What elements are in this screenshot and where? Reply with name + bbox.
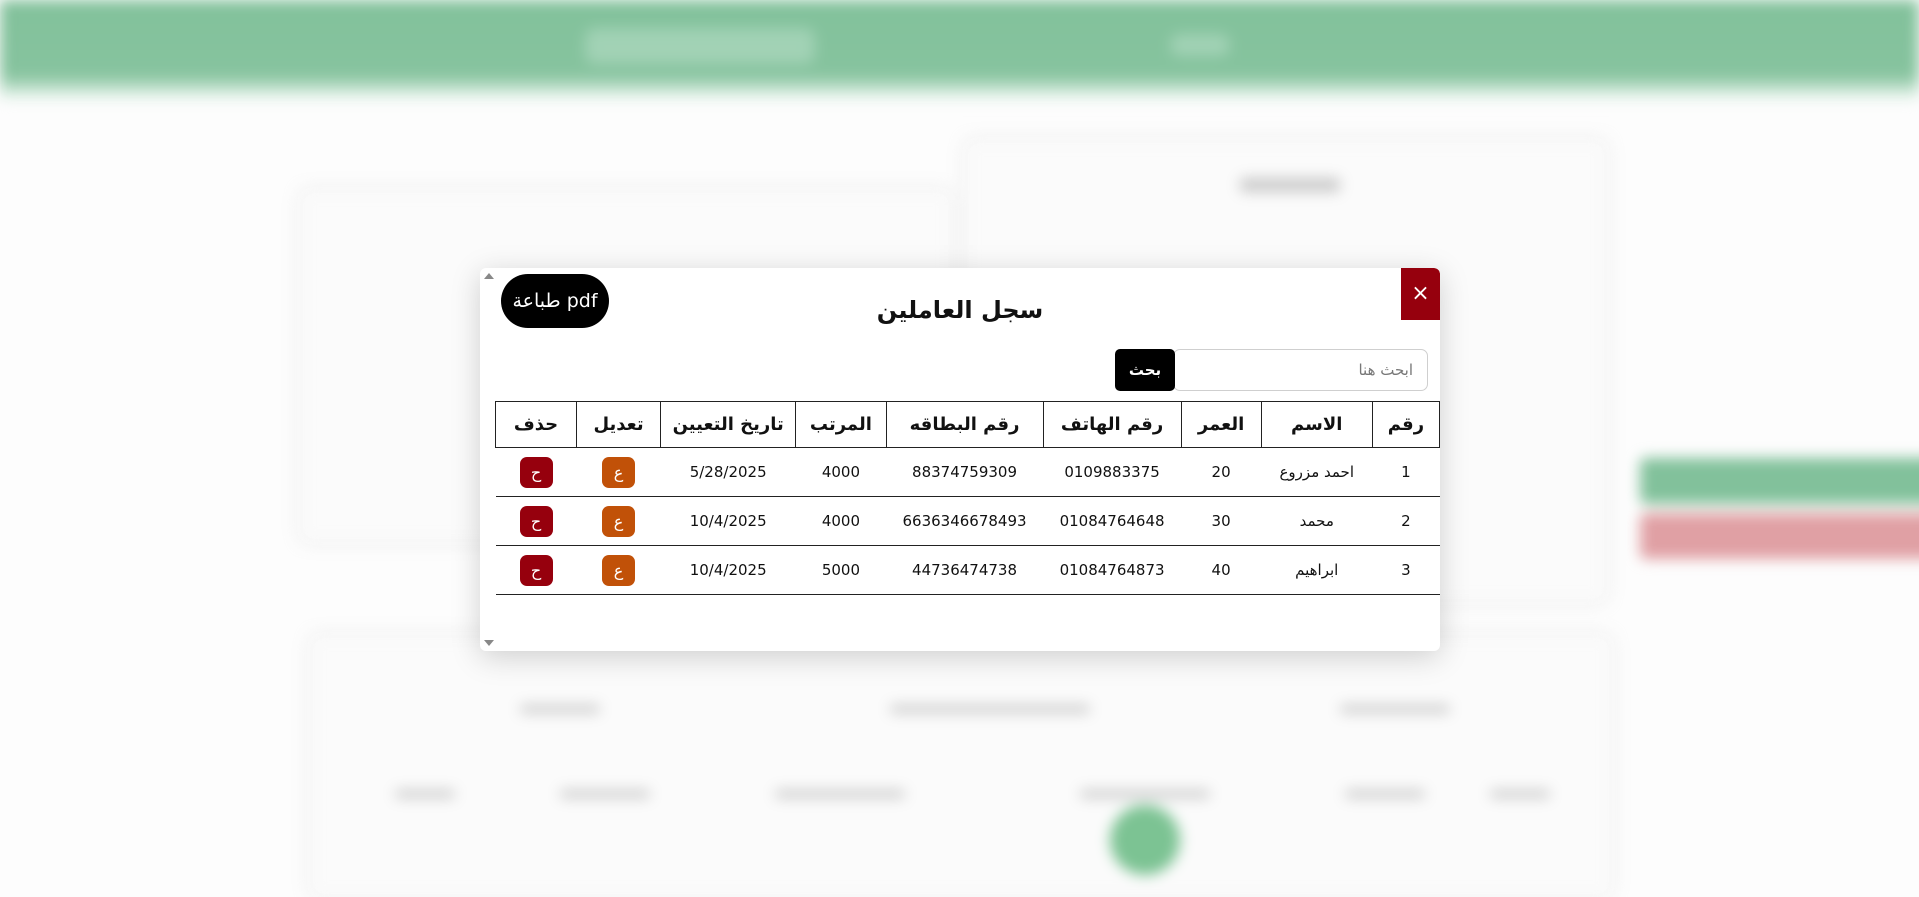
cell-age: 20 [1181,447,1262,497]
background-green-bar [1640,458,1919,504]
cell-card: 88374759309 [886,447,1044,497]
cell-edit: ع [576,496,661,546]
cell-salary: 4000 [795,496,887,546]
column-header-phone: رقم الهاتف [1042,401,1182,448]
cell-name: احمد مزروع [1261,447,1373,497]
cell-salary: 5000 [795,545,887,595]
employees-table: رقم الاسم العمر رقم الهاتف رقم البطاقه ا… [495,401,1440,595]
cell-card: 6636346678493 [886,496,1044,546]
cell-id: 1 [1372,447,1440,497]
search-input[interactable] [1173,349,1428,391]
column-header-name: الاسم [1260,401,1373,448]
cell-hire-date: 10/4/2025 [660,496,796,546]
cell-name: ابراهيم [1261,545,1373,595]
background-text [520,705,600,713]
scroll-up-arrow-icon[interactable] [484,273,494,279]
cell-id: 3 [1372,545,1440,595]
background-text [890,705,1090,713]
cell-phone: 01084764873 [1043,545,1182,595]
column-header-id: رقم [1371,401,1440,448]
background-text [395,790,455,798]
background-nav-highlight [585,28,815,64]
table-header-row: رقم الاسم العمر رقم الهاتف رقم البطاقه ا… [495,401,1440,448]
cell-delete: ح [495,447,577,497]
cell-card: 44736474738 [886,545,1044,595]
background-text [775,790,905,798]
edit-button[interactable]: ع [602,456,636,488]
cell-delete: ح [495,496,577,546]
table-row: 2 محمد 30 01084764648 6636346678493 4000… [495,496,1440,546]
column-header-card: رقم البطاقه [885,401,1044,448]
column-header-delete: حذف [495,401,577,448]
background-card [310,635,1612,897]
cell-hire-date: 10/4/2025 [660,545,796,595]
cell-phone: 01084764648 [1043,496,1182,546]
edit-button[interactable]: ع [602,505,636,537]
background-text [1340,705,1450,713]
delete-button[interactable]: ح [519,505,553,537]
column-header-hire-date: تاريخ التعيين [660,401,797,448]
column-header-edit: تعديل [575,401,662,448]
column-header-age: العمر [1180,401,1262,448]
cell-id: 2 [1372,496,1440,546]
search-button[interactable]: بحث [1115,349,1175,391]
background-nav-item [1170,34,1230,56]
background-dot [1110,805,1180,875]
cell-hire-date: 5/28/2025 [660,447,796,497]
cell-name: محمد [1261,496,1373,546]
cell-edit: ع [576,545,661,595]
scroll-down-arrow-icon[interactable] [484,640,494,646]
background-header [0,0,1919,100]
cell-age: 40 [1181,545,1262,595]
cell-edit: ع [576,447,661,497]
background-text [1240,178,1340,192]
cell-delete: ح [495,545,577,595]
background-text [1490,790,1550,798]
edit-button[interactable]: ع [602,554,636,586]
background-text [1080,790,1210,798]
modal-title: سجل العاملين [876,296,1044,324]
background-red-bar [1640,513,1919,559]
cell-phone: 0109883375 [1043,447,1182,497]
table-row: 3 ابراهيم 40 01084764873 44736474738 500… [495,545,1440,595]
employees-modal: × طباعة pdf سجل العاملين بحث رقم الاسم ا… [480,268,1440,651]
delete-button[interactable]: ح [519,554,553,586]
cell-age: 30 [1181,496,1262,546]
background-text [560,790,650,798]
column-header-salary: المرتب [795,401,887,448]
cell-salary: 4000 [795,447,887,497]
table-row: 1 احمد مزروع 20 0109883375 88374759309 4… [495,447,1440,497]
delete-button[interactable]: ح [519,456,553,488]
background-text [1345,790,1425,798]
